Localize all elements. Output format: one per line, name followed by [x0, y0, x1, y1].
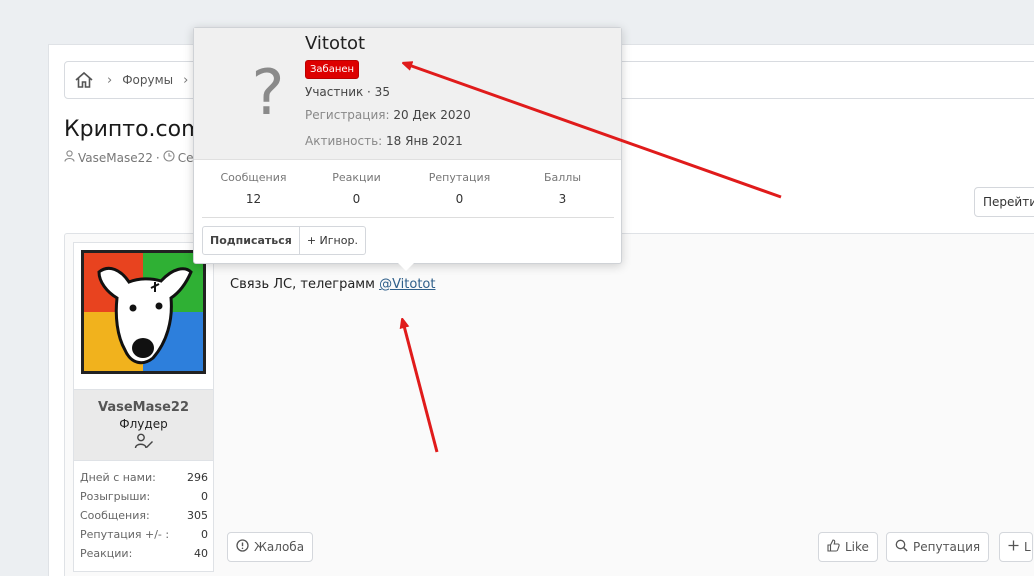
user-icon	[64, 150, 75, 165]
stat-label: Сообщения	[220, 171, 287, 184]
stat-value: 305	[187, 509, 208, 522]
stat-value: 40	[194, 547, 208, 560]
tooltip-role: Участник · 35	[305, 85, 390, 99]
tooltip-stat-messages[interactable]: Сообщения 12	[204, 171, 304, 206]
mention-link[interactable]: @Vitotot	[379, 277, 435, 292]
stat-value: 12	[245, 192, 262, 206]
tooltip-username[interactable]: Vitotot	[305, 33, 365, 54]
stat-value: 0	[352, 192, 361, 206]
avatar[interactable]	[81, 250, 206, 374]
alert-circle-icon	[236, 539, 249, 555]
tooltip-stat-points[interactable]: Баллы 3	[513, 171, 613, 206]
reputation-button[interactable]: Репутация	[886, 532, 990, 562]
stat-value: 0	[201, 528, 208, 541]
post-message: Связь ЛС, телеграмм @Vitotot	[230, 277, 435, 292]
stat-row-reputation: Репутация +/- : 0	[80, 527, 208, 546]
user-edit-icon	[134, 433, 154, 451]
extra-label: L	[1024, 540, 1031, 554]
stat-value: 0	[455, 192, 464, 206]
like-label: Like	[845, 540, 869, 554]
tooltip-header: ? Vitotot Забанен Участник · 35 Регистра…	[194, 28, 621, 160]
registration-value: 20 Дек 2020	[393, 108, 471, 122]
stat-label: Репутация +/- :	[80, 528, 170, 541]
chevron-right-icon: ›	[183, 72, 189, 88]
clock-icon	[163, 150, 175, 165]
stat-row-messages: Сообщения: 305	[80, 508, 208, 527]
breadcrumb-forums-link[interactable]: Форумы	[122, 73, 173, 87]
stat-label: Реакции:	[80, 547, 133, 560]
stat-value: 3	[558, 192, 567, 206]
thread-date[interactable]: Се	[178, 151, 194, 165]
post-user-info: VaseMase22 Флудер	[74, 389, 213, 461]
banned-badge: Забанен	[305, 60, 360, 79]
thread-meta: VaseMase22 · Се	[64, 150, 193, 165]
search-icon	[895, 539, 908, 555]
post-user-stats: Дней с нами: 296 Розыгрыши: 0 Сообщения: 30…	[80, 470, 208, 565]
chevron-right-icon: ›	[107, 72, 113, 88]
stat-row-giveaways: Розыгрыши: 0	[80, 489, 208, 508]
member-tooltip: ? Vitotot Забанен Участник · 35 Регистра…	[193, 27, 622, 264]
tooltip-stat-reputation[interactable]: Репутация 0	[410, 171, 510, 206]
thread-title: Крипто.com	[64, 117, 203, 142]
thread-author-link[interactable]: VaseMase22	[78, 151, 153, 165]
tooltip-stat-reactions[interactable]: Реакции 0	[307, 171, 407, 206]
stat-label: Дней с нами:	[80, 471, 156, 484]
stat-label: Баллы	[543, 171, 582, 184]
goto-button[interactable]: Перейти	[974, 187, 1034, 217]
plus-icon	[1008, 540, 1019, 554]
stat-value: 0	[201, 490, 208, 503]
extra-button[interactable]: L	[999, 532, 1033, 562]
tooltip-registration: Регистрация: 20 Дек 2020	[305, 108, 471, 122]
home-icon[interactable]	[73, 69, 95, 91]
tooltip-pointer	[397, 262, 415, 271]
stat-row-reactions: Реакции: 40	[80, 546, 208, 565]
post-user-title: Флудер	[119, 417, 168, 431]
thumbs-up-icon	[827, 539, 840, 555]
registration-label: Регистрация:	[305, 108, 394, 122]
stat-label: Розыгрыши:	[80, 490, 151, 503]
activity-label: Активность:	[305, 134, 387, 148]
activity-value: 18 Янв 2021	[386, 134, 463, 148]
post-username[interactable]: VaseMase22	[74, 400, 213, 415]
stat-label: Реакции	[332, 171, 381, 184]
report-label: Жалоба	[254, 540, 305, 554]
like-button[interactable]: Like	[818, 532, 878, 562]
default-avatar-icon[interactable]: ?	[226, 50, 310, 134]
reputation-label: Репутация	[913, 540, 981, 554]
stat-row-days: Дней с нами: 296	[80, 470, 208, 489]
ignore-button[interactable]: + Игнор.	[299, 226, 366, 255]
stat-label: Репутация	[428, 171, 491, 184]
report-button[interactable]: Жалоба	[227, 532, 314, 562]
tooltip-activity: Активность: 18 Янв 2021	[305, 134, 463, 148]
follow-button[interactable]: Подписаться	[202, 226, 300, 255]
tooltip-actions: Подписаться + Игнор.	[202, 226, 366, 255]
stat-label: Сообщения:	[80, 509, 150, 522]
message-text: Связь ЛС, телеграмм	[230, 277, 380, 292]
stat-value: 296	[187, 471, 208, 484]
meta-separator: ·	[155, 150, 160, 165]
tooltip-stats: Сообщения 12 Реакции 0 Репутация 0 Баллы 3	[202, 171, 614, 206]
tooltip-divider	[202, 217, 614, 218]
